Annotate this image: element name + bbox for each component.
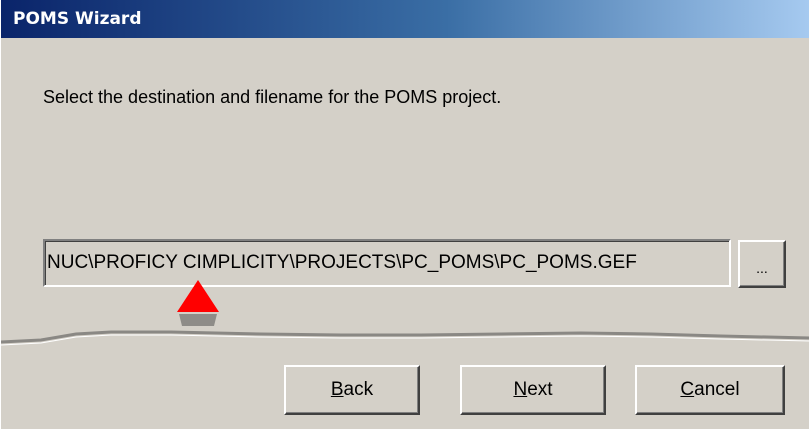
next-button[interactable]: Next <box>460 365 606 415</box>
instruction-text: Select the destination and filename for … <box>43 87 502 107</box>
poms-wizard-window: POMS Wizard Select the destination and f… <box>0 0 809 429</box>
back-button-mnemonic: B <box>330 379 344 400</box>
destination-path-field[interactable] <box>43 239 731 287</box>
next-button-mnemonic: N <box>513 379 528 400</box>
back-button-label: ack <box>343 379 374 400</box>
destination-path-input[interactable] <box>47 241 729 285</box>
title-bar[interactable]: POMS Wizard <box>1 0 809 38</box>
cancel-button-mnemonic: C <box>680 379 695 400</box>
back-button[interactable]: Back <box>284 365 420 415</box>
next-button-label: ext <box>527 379 553 400</box>
cancel-button-label: ancel <box>694 379 740 400</box>
torn-divider <box>1 330 809 346</box>
window-title: POMS Wizard <box>13 9 142 29</box>
browse-button[interactable]: ... <box>738 240 786 288</box>
cancel-button[interactable]: Cancel <box>635 365 785 415</box>
